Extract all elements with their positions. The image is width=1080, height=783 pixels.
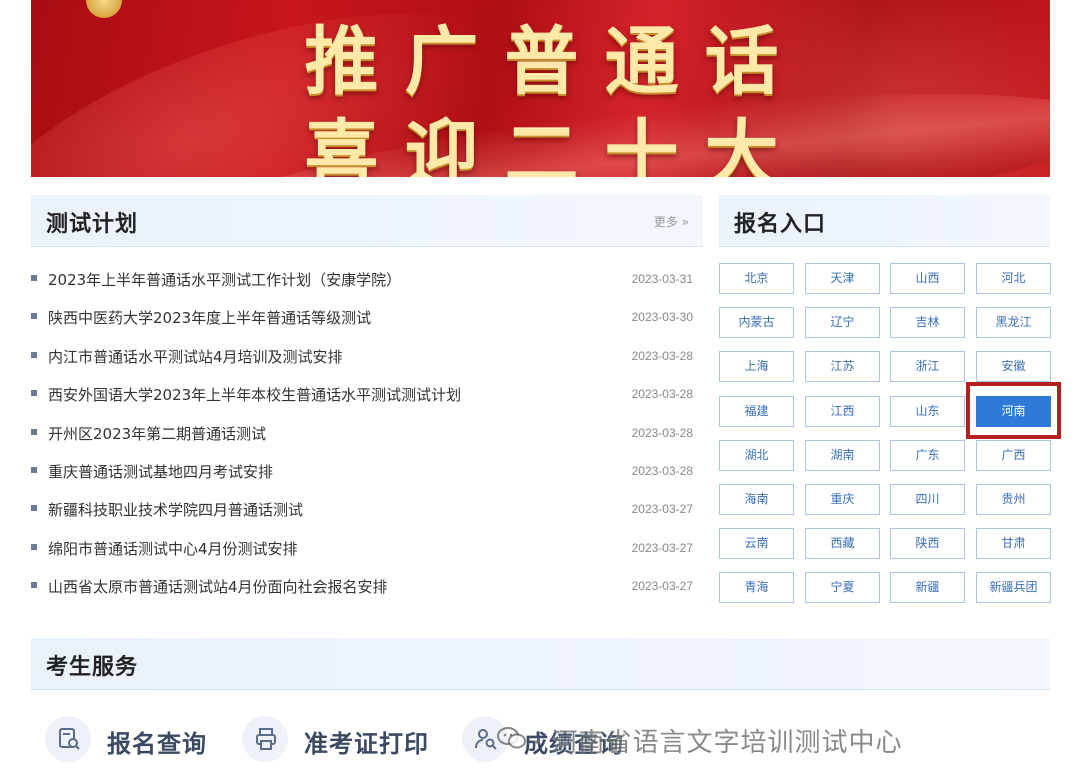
plan-date: 2023-03-30 — [631, 310, 693, 325]
printer-icon — [242, 716, 288, 762]
list-item[interactable]: 开州区2023年第二期普通话测试 2023-03-28 — [31, 416, 693, 454]
plan-title-link[interactable]: 陕西中医药大学2023年度上半年普通话等级测试 — [48, 307, 371, 328]
list-item[interactable]: 重庆普通话测试基地四月考试安排 2023-03-28 — [31, 454, 693, 492]
test-plan-title: 测试计划 — [46, 212, 139, 237]
province-button[interactable]: 四川 — [890, 484, 965, 515]
province-button[interactable]: 辽宁 — [805, 307, 880, 339]
service-registration-query[interactable]: 报名查询 — [45, 716, 225, 768]
bullet-icon — [31, 466, 37, 473]
list-item[interactable]: 2023年上半年普通话水平测试工作计划（安康学院） 2023-03-31 — [31, 262, 693, 300]
plan-date: 2023-03-28 — [631, 463, 693, 478]
province-button[interactable]: 广东 — [890, 439, 965, 471]
plan-title-link[interactable]: 重庆普通话测试基地四月考试安排 — [48, 461, 273, 482]
plan-title-link[interactable]: 开州区2023年第二期普通话测试 — [48, 423, 266, 444]
province-button[interactable]: 内蒙古 — [719, 307, 794, 339]
registration-title: 报名入口 — [734, 212, 827, 237]
province-button[interactable]: 黑龙江 — [976, 307, 1051, 339]
more-link[interactable]: 更多 » — [654, 213, 689, 230]
watermark-text: · 河南省语言文字培训测试中心 — [533, 728, 903, 758]
plan-title-link[interactable]: 山西省太原市普通话测试站4月份面向社会报名安排 — [48, 576, 388, 597]
province-button[interactable]: 浙江 — [890, 351, 965, 383]
province-button[interactable]: 湖南 — [805, 439, 880, 471]
search-doc-icon — [45, 716, 91, 762]
test-plan-header: 测试计划 更多 » — [31, 195, 703, 247]
bullet-icon — [31, 543, 37, 550]
province-button[interactable]: 海南 — [719, 484, 794, 515]
service-label: 报名查询 — [107, 730, 207, 758]
province-button[interactable]: 青海 — [719, 572, 794, 604]
plan-date: 2023-03-28 — [631, 425, 693, 440]
bullet-icon — [31, 275, 37, 281]
services-header: 考生服务 — [31, 638, 1050, 690]
bullet-icon — [31, 390, 37, 397]
service-admission-print[interactable]: 准考证打印 — [242, 716, 442, 768]
province-button[interactable]: 宁夏 — [805, 572, 880, 604]
province-button[interactable]: 江苏 — [805, 351, 880, 383]
plan-date: 2023-03-27 — [631, 579, 693, 594]
province-button[interactable]: 云南 — [719, 528, 794, 560]
plan-title-link[interactable]: 2023年上半年普通话水平测试工作计划（安康学院） — [48, 269, 401, 290]
province-button[interactable]: 福建 — [719, 395, 794, 427]
province-button[interactable]: 安徽 — [976, 351, 1051, 383]
province-button[interactable]: 河南 — [976, 395, 1051, 427]
list-item[interactable]: 山西省太原市普通话测试站4月份面向社会报名安排 2023-03-27 — [31, 569, 693, 607]
list-item[interactable]: 新疆科技职业技术学院四月普通话测试 2023-03-27 — [31, 492, 693, 530]
service-label: 准考证打印 — [304, 730, 429, 758]
plan-title-link[interactable]: 内江市普通话水平测试站4月培训及测试安排 — [48, 346, 343, 367]
province-button[interactable]: 甘肃 — [976, 528, 1051, 560]
bullet-icon — [31, 313, 37, 320]
province-button[interactable]: 陕西 — [890, 528, 965, 560]
plan-date: 2023-03-28 — [631, 348, 693, 363]
list-item[interactable]: 内江市普通话水平测试站4月培训及测试安排 2023-03-28 — [31, 339, 693, 377]
province-button[interactable]: 湖北 — [719, 439, 794, 471]
province-button[interactable]: 上海 — [719, 351, 794, 383]
plan-title-link[interactable]: 西安外国语大学2023年上半年本校生普通话水平测试测试计划 — [48, 384, 461, 405]
plan-title-link[interactable]: 新疆科技职业技术学院四月普通话测试 — [48, 499, 303, 520]
province-button[interactable]: 河北 — [976, 263, 1051, 294]
plan-date: 2023-03-27 — [631, 502, 693, 517]
plan-date: 2023-03-27 — [631, 540, 693, 555]
province-button[interactable]: 贵州 — [976, 484, 1051, 515]
province-button[interactable]: 江西 — [805, 395, 880, 427]
province-button[interactable]: 西藏 — [805, 528, 880, 560]
province-button[interactable]: 天津 — [805, 263, 880, 294]
wechat-icon — [497, 727, 526, 749]
province-button[interactable]: 吉林 — [890, 307, 965, 339]
province-button[interactable]: 广西 — [976, 439, 1051, 471]
list-item[interactable]: 绵阳市普通话测试中心4月份测试安排 2023-03-27 — [31, 531, 693, 569]
banner-title-line1: 推广普通话 — [304, 19, 805, 105]
plan-date: 2023-03-28 — [631, 387, 693, 402]
province-button[interactable]: 山东 — [890, 395, 965, 427]
province-button[interactable]: 北京 — [719, 263, 794, 294]
bullet-icon — [31, 351, 37, 358]
list-item[interactable]: 陕西中医药大学2023年度上半年普通话等级测试 2023-03-30 — [31, 300, 693, 338]
plan-date: 2023-03-31 — [631, 272, 693, 286]
province-button[interactable]: 重庆 — [805, 484, 880, 515]
province-button[interactable]: 新疆兵团 — [976, 572, 1051, 604]
banner-title-line2: 喜迎二十大 — [304, 112, 805, 177]
test-plan-list: 2023年上半年普通话水平测试工作计划（安康学院） 2023-03-31 陕西中医药… — [31, 262, 693, 608]
province-button[interactable]: 山西 — [890, 263, 965, 294]
bullet-icon — [31, 428, 37, 435]
registration-header: 报名入口 — [719, 195, 1050, 247]
services-title: 考生服务 — [46, 655, 139, 680]
plan-title-link[interactable]: 绵阳市普通话测试中心4月份测试安排 — [48, 538, 298, 559]
bullet-icon — [31, 582, 37, 589]
hero-banner: 推广普通话 喜迎二十大 — [31, 0, 1050, 177]
list-item[interactable]: 西安外国语大学2023年上半年本校生普通话水平测试测试计划 2023-03-28 — [31, 377, 693, 415]
bullet-icon — [31, 505, 37, 512]
province-button[interactable]: 新疆 — [890, 572, 965, 604]
